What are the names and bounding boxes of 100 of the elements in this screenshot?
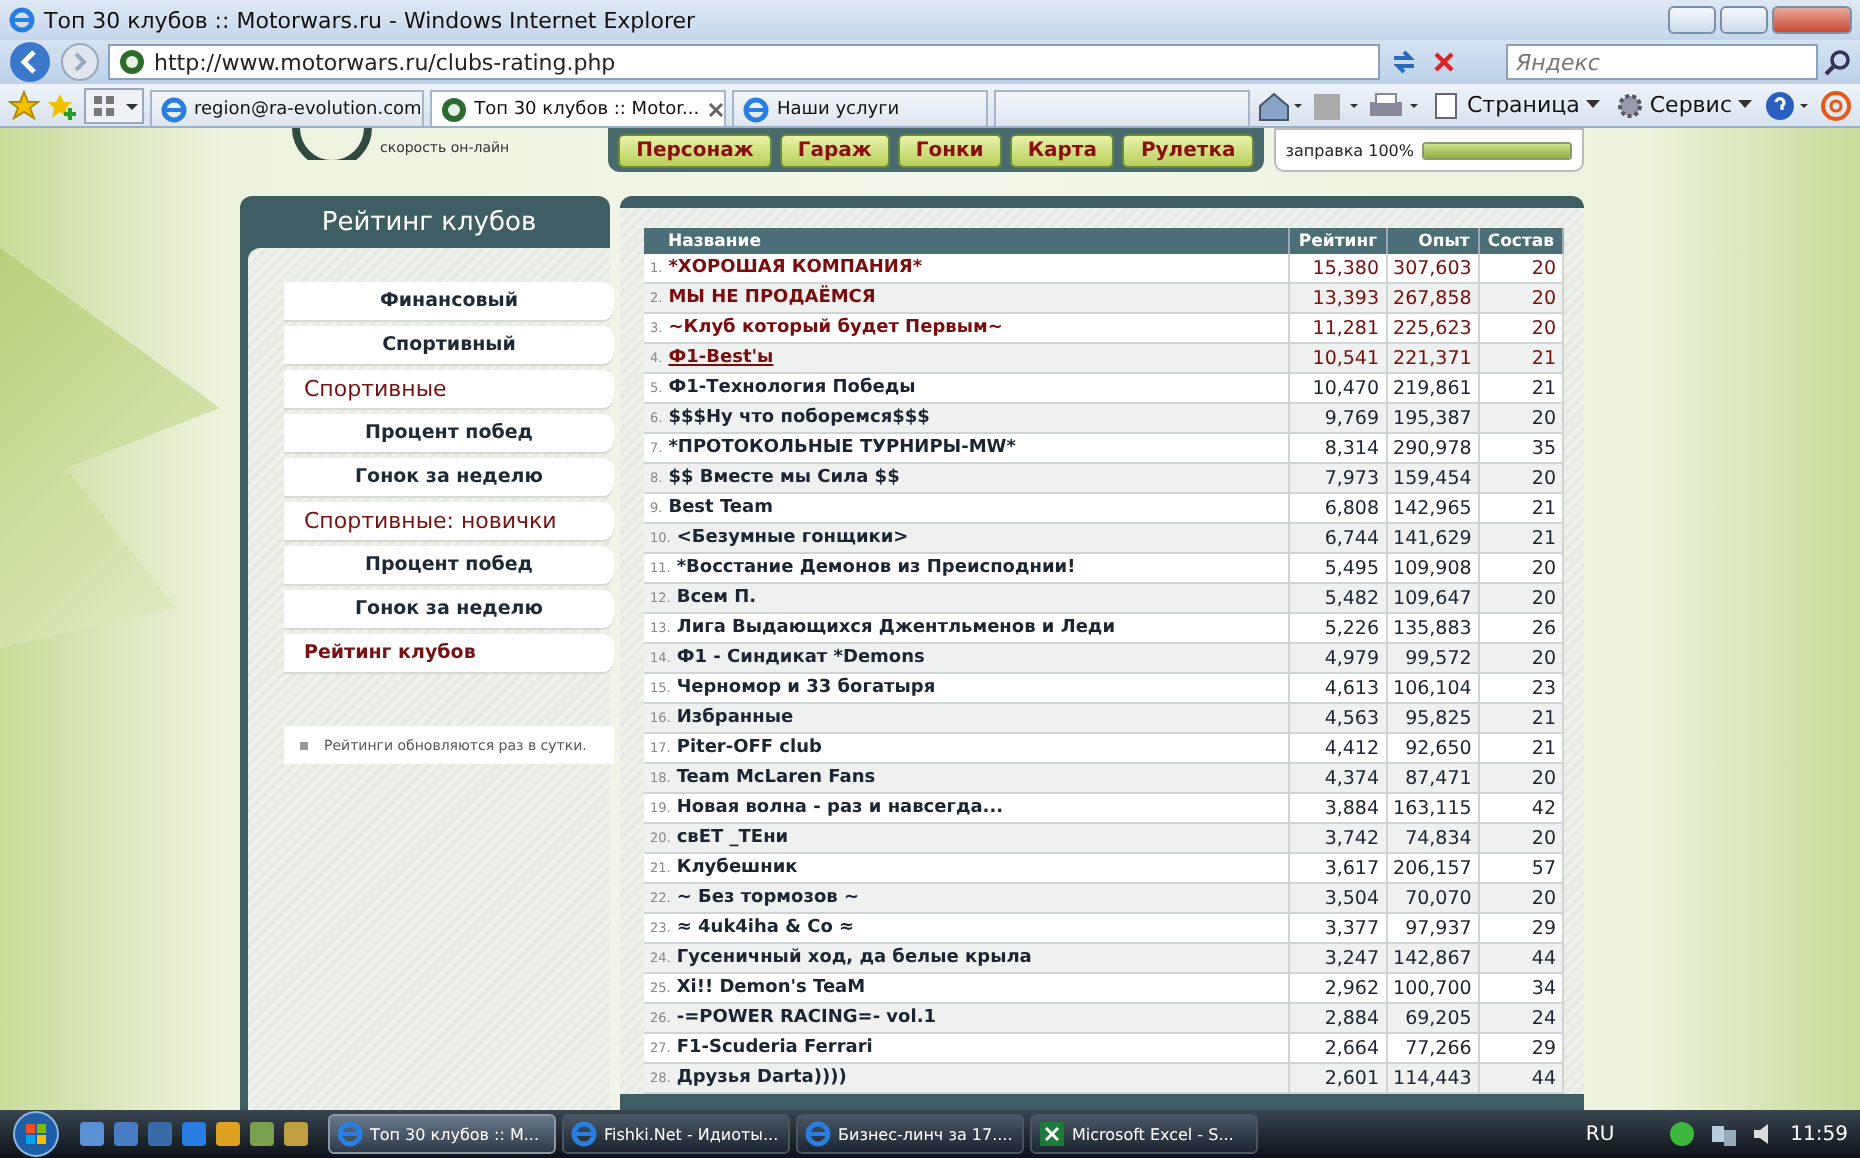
browser-tab[interactable]: Топ 30 клубов :: Motor... bbox=[430, 90, 727, 126]
table-cell: 3,377 bbox=[1290, 914, 1388, 944]
club-link[interactable]: Новая волна - раз и навсегда... bbox=[676, 798, 1004, 818]
sidebar-item[interactable]: Рейтинг клубов bbox=[284, 634, 614, 672]
command-menu[interactable]: Страница bbox=[1428, 91, 1604, 119]
quick-launch-icon[interactable] bbox=[180, 1120, 208, 1148]
caret-icon bbox=[1738, 100, 1752, 110]
table-cell: 20 bbox=[1479, 314, 1564, 344]
close-icon[interactable] bbox=[705, 99, 726, 119]
table-cell: 20 bbox=[1479, 464, 1564, 494]
club-link[interactable]: Избранные bbox=[676, 708, 794, 728]
sidebar-item[interactable]: Спортивные: новички bbox=[284, 502, 614, 540]
sidebar-item[interactable]: Процент побед bbox=[284, 414, 614, 452]
club-link[interactable]: F1-Scuderia Ferrari bbox=[676, 1038, 873, 1058]
search-icon[interactable] bbox=[1824, 48, 1852, 76]
club-link[interactable]: Черномор и 33 богатыря bbox=[676, 678, 936, 698]
quick-launch-icon[interactable] bbox=[214, 1120, 242, 1148]
refresh-icon[interactable] bbox=[1388, 46, 1420, 78]
sidebar-item[interactable]: Спортивный bbox=[284, 326, 614, 364]
club-link[interactable]: ≈ 4uk4iha & Co ≈ bbox=[676, 918, 855, 938]
club-link[interactable]: Piter-OFF club bbox=[676, 738, 822, 758]
table-cell: 24 bbox=[1479, 1004, 1564, 1034]
nav-button[interactable]: Персонаж bbox=[618, 133, 772, 167]
quick-launch-icon[interactable] bbox=[146, 1120, 174, 1148]
club-link[interactable]: Всем П. bbox=[676, 588, 757, 608]
table-cell: 114,443 bbox=[1387, 1064, 1480, 1094]
table-cell: 4,613 bbox=[1290, 674, 1388, 704]
table-cell: 97,937 bbox=[1387, 914, 1480, 944]
club-link[interactable]: Гусеничный ход, да белые крыла bbox=[676, 948, 1032, 968]
address-field[interactable]: http://www.motorwars.ru/clubs-rating.php bbox=[108, 44, 1380, 80]
sidebar-item[interactable]: Спортивные bbox=[284, 370, 614, 408]
table-cell: 23 bbox=[1479, 674, 1564, 704]
club-link[interactable]: *ПРОТОКОЛЬНЫЕ ТУРНИРЫ-MW* bbox=[668, 438, 1016, 458]
club-link[interactable]: Best Team bbox=[668, 498, 773, 518]
table-cell: 20 bbox=[1479, 824, 1564, 854]
club-link[interactable]: ~Клуб который будет Первым~ bbox=[668, 318, 1003, 338]
club-link[interactable]: $$$Ну что поборемся$$$ bbox=[668, 408, 930, 428]
table-cell: 29 bbox=[1479, 1034, 1564, 1064]
taskbar-button[interactable]: Топ 30 клубов :: М... bbox=[328, 1114, 556, 1154]
sidebar-item[interactable]: Процент побед bbox=[284, 546, 614, 584]
tray-status-icon[interactable] bbox=[1666, 1118, 1699, 1150]
nav-button[interactable]: Рулетка bbox=[1122, 133, 1254, 167]
club-link[interactable]: ~ Без тормозов ~ bbox=[676, 888, 860, 908]
club-link[interactable]: *Восстание Демонов из Преисподнии! bbox=[676, 558, 1076, 578]
club-link[interactable]: Ф1-Best'ы bbox=[668, 348, 774, 368]
home-icon[interactable] bbox=[1256, 89, 1305, 121]
club-link[interactable]: $$ Вместе мы Сила $$ bbox=[668, 468, 900, 488]
table-cell: 69,205 bbox=[1387, 1004, 1480, 1034]
sidebar-item[interactable]: Гонок за неделю bbox=[284, 458, 614, 496]
language-indicator[interactable]: RU bbox=[1585, 1123, 1615, 1145]
help-icon[interactable] bbox=[1764, 89, 1812, 121]
club-link[interactable]: Лига Выдающихся Джентльменов и Леди bbox=[676, 618, 1116, 638]
quick-launch-icon[interactable] bbox=[78, 1120, 106, 1148]
club-link[interactable]: -=POWER RACING=- vol.1 bbox=[676, 1008, 936, 1028]
printer-icon[interactable] bbox=[1368, 89, 1421, 121]
table-cell: 225,623 bbox=[1387, 314, 1480, 344]
table-cell: 3,884 bbox=[1290, 794, 1388, 824]
table-cell: 4,979 bbox=[1290, 644, 1388, 674]
browser-tab[interactable]: region@ra-evolution.com bbox=[150, 90, 425, 126]
maximize-button[interactable] bbox=[1720, 6, 1768, 34]
club-link[interactable]: Team McLaren Fans bbox=[676, 768, 876, 788]
nav-button[interactable]: Гонки bbox=[897, 133, 1002, 167]
club-link[interactable]: Клубешник bbox=[676, 858, 798, 878]
sidebar-item[interactable]: Финансовый bbox=[284, 282, 614, 320]
club-link[interactable]: Друзья Darta)))) bbox=[676, 1068, 847, 1088]
club-link[interactable]: свЕТ _ТЕни bbox=[676, 828, 789, 848]
star-icon[interactable] bbox=[8, 89, 40, 121]
club-link[interactable]: *ХОРОШАЯ КОМПАНИЯ* bbox=[668, 258, 923, 278]
quick-launch-icon[interactable] bbox=[248, 1120, 276, 1148]
close-button[interactable] bbox=[1772, 6, 1852, 34]
club-link[interactable]: Ф1 - Синдикат *Demons bbox=[676, 648, 925, 668]
table-cell: 5,226 bbox=[1290, 614, 1388, 644]
minimize-button[interactable] bbox=[1668, 6, 1716, 34]
quick-launch-icon[interactable] bbox=[282, 1120, 310, 1148]
table-cell: 92,650 bbox=[1387, 734, 1480, 764]
nav-button[interactable]: Гараж bbox=[779, 133, 890, 167]
club-link[interactable]: МЫ НЕ ПРОДАЁМСЯ bbox=[668, 288, 876, 308]
gear-icon bbox=[1615, 91, 1644, 119]
browser-logo-icon bbox=[8, 6, 36, 34]
taskbar-button[interactable]: Fishki.Net - Идиоты... bbox=[562, 1114, 790, 1154]
tab-grid-icon[interactable] bbox=[84, 87, 144, 123]
table-cell: 3,742 bbox=[1290, 824, 1388, 854]
club-link[interactable]: <Безумные гонщики> bbox=[676, 528, 909, 548]
back-icon[interactable] bbox=[8, 40, 52, 84]
table-cell: 99,572 bbox=[1387, 644, 1480, 674]
taskbar-button[interactable]: Бизнес-линч за 17.... bbox=[796, 1114, 1024, 1154]
table-cell: 3,504 bbox=[1290, 884, 1388, 914]
search-field[interactable]: Яндекс bbox=[1506, 44, 1818, 80]
taskbar-button[interactable]: Microsoft Excel - S... bbox=[1030, 1114, 1258, 1154]
nav-button[interactable]: Карта bbox=[1009, 133, 1115, 167]
club-link[interactable]: Xi!! Demon's TeaM bbox=[676, 978, 866, 998]
quick-launch-icon[interactable] bbox=[112, 1120, 140, 1148]
command-menu[interactable]: Сервис bbox=[1611, 91, 1756, 119]
network-icon[interactable] bbox=[1710, 1120, 1739, 1148]
table-cell: 109,647 bbox=[1387, 584, 1480, 614]
club-link[interactable]: Ф1-Технология Победы bbox=[668, 378, 916, 398]
add-favorite-icon[interactable] bbox=[46, 89, 78, 121]
table-cell: 20 bbox=[1479, 764, 1564, 794]
sidebar-item[interactable]: Гонок за неделю bbox=[284, 590, 614, 628]
browser-tab[interactable]: Наши услуги bbox=[732, 90, 989, 126]
